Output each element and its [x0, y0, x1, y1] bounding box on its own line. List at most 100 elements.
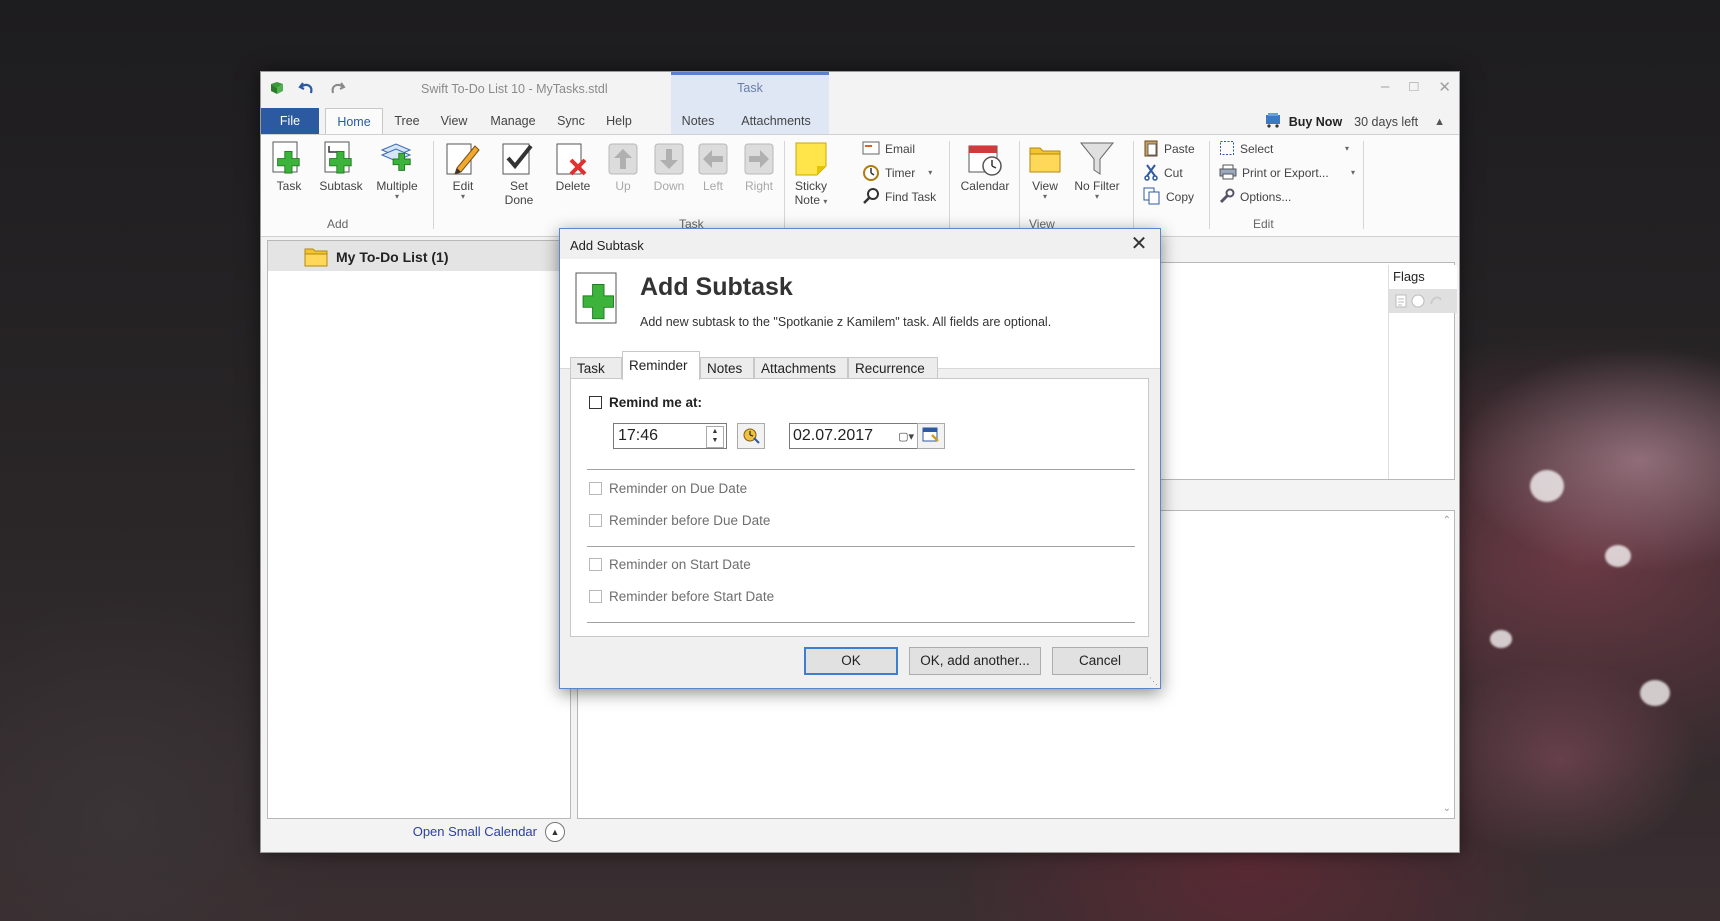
email-icon	[862, 141, 880, 158]
checkbox-box[interactable]	[589, 482, 602, 495]
flags-icons	[1395, 294, 1443, 308]
new-task-button[interactable]: Task	[267, 139, 311, 193]
background-droplet	[1605, 545, 1631, 567]
multiple-tasks-button[interactable]: Multiple ▾	[369, 139, 425, 201]
reminder-on-start-date-checkbox[interactable]: Reminder on Start Date	[589, 557, 751, 572]
time-spinner[interactable]: ▲ ▼	[706, 426, 724, 448]
expand-calendar-icon[interactable]: ▲	[545, 822, 565, 842]
remind-me-checkbox[interactable]: Remind me at:	[589, 395, 702, 410]
move-right-button[interactable]: Right	[737, 139, 781, 193]
select-button[interactable]: Select ▾	[1219, 139, 1349, 159]
edit-button[interactable]: Edit ▾	[439, 139, 487, 201]
undo-icon[interactable]	[297, 78, 317, 98]
scroll-down-icon[interactable]: ⌄	[1443, 803, 1451, 814]
calendar-dropdown-icon[interactable]: ▢▾	[898, 425, 914, 449]
calendar-button[interactable]: Calendar	[955, 139, 1015, 193]
close-icon[interactable]: ✕	[1128, 233, 1150, 255]
sticky-note-icon	[791, 139, 831, 179]
new-subtask-button[interactable]: Subtask	[316, 139, 366, 193]
collapse-ribbon-icon[interactable]: ▲	[1434, 116, 1445, 128]
checkbox-box[interactable]	[589, 514, 602, 527]
set-done-button[interactable]: Set Done	[495, 139, 543, 207]
copy-icon	[1143, 187, 1161, 208]
print-export-button[interactable]: Print or Export... ▾	[1219, 163, 1355, 183]
tab-tree[interactable]: Tree	[385, 108, 429, 134]
multiple-icon	[377, 139, 417, 179]
move-down-button[interactable]: Down	[647, 139, 691, 193]
move-up-button[interactable]: Up	[603, 139, 643, 193]
pick-time-button[interactable]	[737, 423, 765, 449]
close-icon[interactable]: ✕	[1438, 78, 1451, 96]
tab-sync[interactable]: Sync	[549, 108, 593, 134]
ribbon: Task Subtask Multiple ▾ Add Edit ▾ Set D…	[261, 134, 1459, 237]
tab-view[interactable]: View	[431, 108, 477, 134]
tab-file[interactable]: File	[261, 108, 319, 134]
dialog-tab-recurrence[interactable]: Recurrence	[848, 357, 938, 379]
add-group-label: Add	[327, 217, 349, 231]
open-small-calendar-link[interactable]: Open Small Calendar	[413, 824, 537, 839]
quick-access-toolbar	[267, 78, 347, 98]
date-input[interactable]: 02.07.2017 ▢▾	[789, 423, 921, 449]
tab-help[interactable]: Help	[597, 108, 641, 134]
dialog-tab-reminder[interactable]: Reminder	[622, 351, 700, 380]
dialog-tab-task[interactable]: Task	[570, 357, 622, 379]
reminder-on-due-date-checkbox[interactable]: Reminder on Due Date	[589, 481, 747, 496]
find-task-label: Find Task	[885, 190, 937, 204]
buy-now-icon	[1265, 112, 1283, 131]
arrow-right-icon	[739, 139, 779, 179]
copy-button[interactable]: Copy	[1143, 187, 1194, 207]
tab-home[interactable]: Home	[325, 108, 383, 134]
paste-button[interactable]: Paste	[1143, 139, 1195, 159]
cancel-button[interactable]: Cancel	[1052, 647, 1148, 675]
sticky-note-button[interactable]: Sticky Note ▾	[787, 139, 835, 207]
redo-icon[interactable]	[327, 78, 347, 98]
ribbon-separator	[784, 141, 785, 229]
tree-root-item[interactable]: My To-Do List (1)	[268, 241, 570, 271]
delete-button[interactable]: Delete	[549, 139, 597, 193]
buy-now-link[interactable]: Buy Now	[1289, 115, 1342, 129]
scroll-up-icon[interactable]: ⌃	[1443, 515, 1451, 526]
tab-attachments[interactable]: Attachments	[731, 108, 821, 134]
ribbon-separator	[1363, 141, 1364, 229]
ok-button[interactable]: OK	[804, 647, 898, 675]
task-row-flags[interactable]	[1388, 289, 1457, 313]
checkmark-icon	[499, 139, 539, 179]
cut-button[interactable]: Cut	[1143, 163, 1183, 183]
dialog-tab-attachments[interactable]: Attachments	[754, 357, 848, 379]
date-value: 02.07.2017	[793, 427, 874, 444]
resize-grip-icon[interactable]: ⋱	[1149, 676, 1158, 687]
tab-manage[interactable]: Manage	[481, 108, 545, 134]
find-task-button[interactable]: Find Task	[862, 187, 936, 207]
email-button[interactable]: Email	[862, 139, 915, 159]
dialog-tab-notes[interactable]: Notes	[700, 357, 754, 379]
options-button[interactable]: Options...	[1219, 187, 1291, 207]
pick-date-button[interactable]	[917, 423, 945, 449]
plus-icon	[321, 139, 361, 179]
ribbon-separator	[1133, 141, 1134, 229]
flags-column-header[interactable]: Flags	[1388, 265, 1457, 289]
save-icon[interactable]	[267, 78, 287, 98]
trial-days-left: 30 days left	[1354, 114, 1419, 129]
dropdown-arrow-icon: ▾	[823, 197, 828, 206]
time-input[interactable]: 17:46 ▲ ▼	[613, 423, 727, 449]
ok-add-another-button[interactable]: OK, add another...	[909, 647, 1041, 675]
tree-pane[interactable]: My To-Do List (1)	[267, 240, 571, 819]
view-dropdown-button[interactable]: View ▾	[1023, 139, 1067, 201]
view-label: View	[1032, 179, 1058, 193]
plus-icon	[574, 271, 624, 327]
timer-button[interactable]: Timer ▾	[862, 163, 932, 183]
reminder-before-due-date-checkbox[interactable]: Reminder before Due Date	[589, 513, 770, 528]
move-left-button[interactable]: Left	[693, 139, 733, 193]
reminder-before-start-date-checkbox[interactable]: Reminder before Start Date	[589, 589, 774, 604]
tab-notes[interactable]: Notes	[673, 108, 723, 134]
section-divider	[587, 469, 1135, 470]
checkbox-box[interactable]	[589, 590, 602, 603]
checkbox-box[interactable]	[589, 558, 602, 571]
calendar-icon	[922, 426, 940, 447]
section-divider	[587, 622, 1135, 623]
edit-label: Edit	[452, 179, 474, 193]
maximize-icon[interactable]: □	[1409, 78, 1418, 96]
minimize-icon[interactable]: –	[1381, 78, 1389, 96]
checkbox-box[interactable]	[589, 396, 602, 409]
filter-dropdown-button[interactable]: No Filter ▾	[1071, 139, 1123, 201]
